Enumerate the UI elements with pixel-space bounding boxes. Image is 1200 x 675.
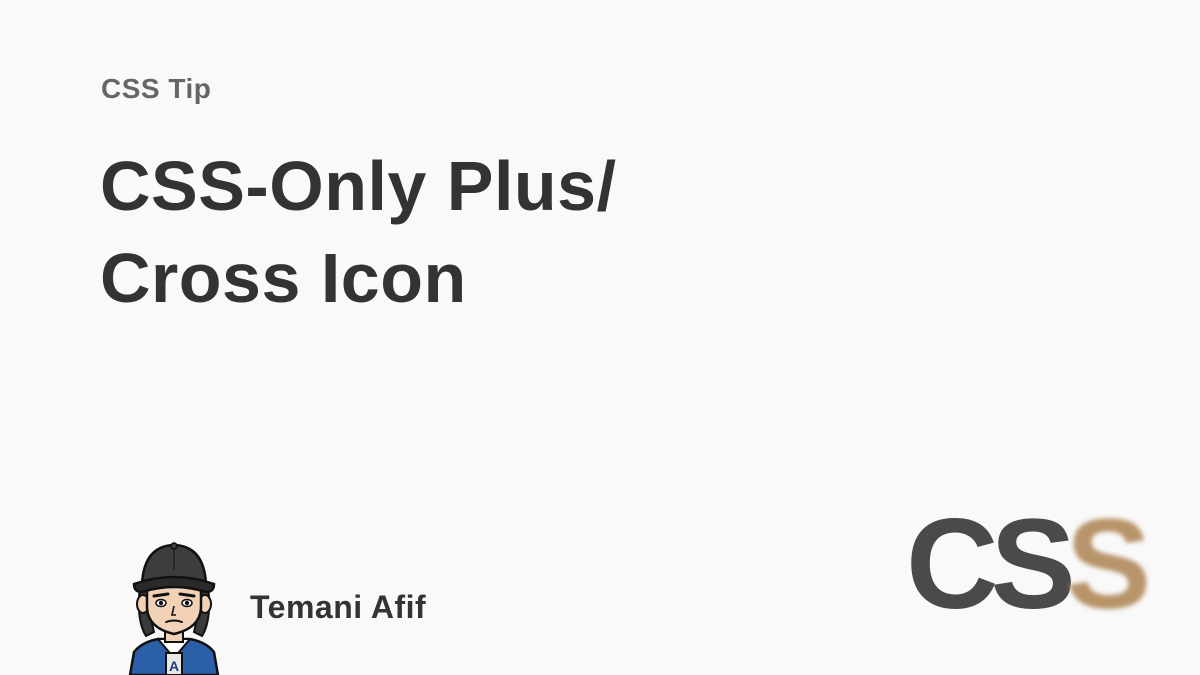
author-name: Temani Afif [250, 589, 427, 625]
logo-letter-s-accent: S [1065, 493, 1151, 636]
css-logo: C S S [906, 493, 1151, 636]
logo-letter-s: S [990, 493, 1075, 636]
title-line-1: CSS-Only Plus/ [100, 147, 617, 225]
category-label: CSS Tip [101, 73, 212, 104]
title-line-2: Cross Icon [100, 239, 467, 317]
jacket-letter: A [169, 658, 179, 674]
author-block: A Temani Afif [120, 540, 426, 675]
page-title: CSS-Only Plus/ Cross Icon [100, 140, 860, 324]
logo-letter-c: C [906, 493, 998, 636]
cartoon-avatar-icon: A [128, 542, 220, 675]
